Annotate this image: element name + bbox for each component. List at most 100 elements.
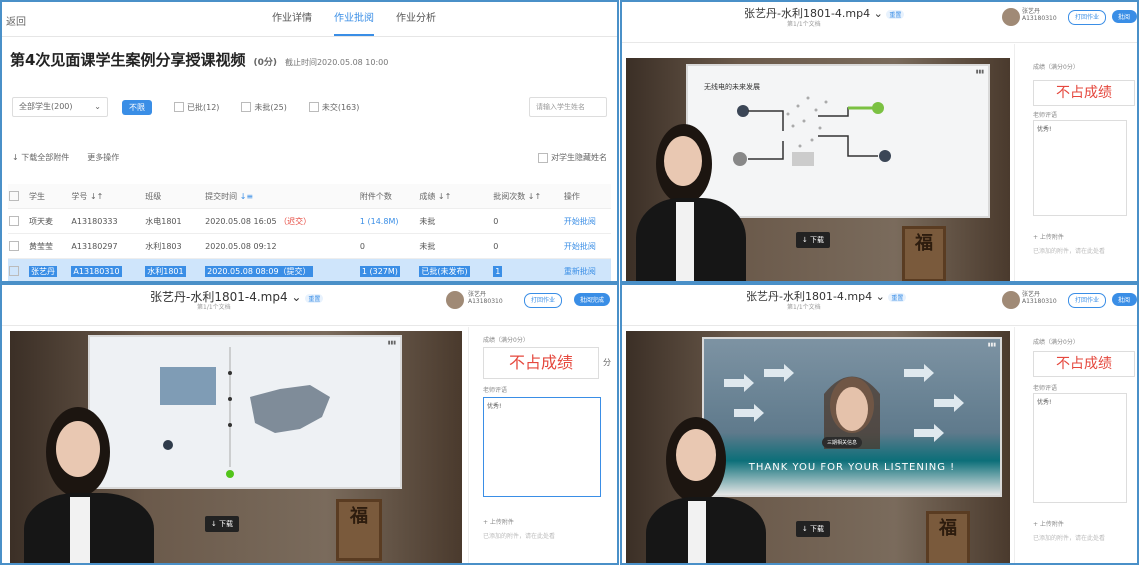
table-row-selected[interactable]: 张艺丹 A13180310 水利1801 2020.05.08 08:09（提交… (8, 258, 611, 281)
hide-names-label: 对学生隐藏姓名 (551, 153, 607, 162)
back-link[interactable]: 返回 (6, 13, 26, 28)
more-actions-dropdown[interactable]: 更多操作 (87, 152, 119, 163)
cell-submit-time: 2020.05.08 09:12 (204, 233, 359, 259)
student-search-input[interactable]: 请输入学生姓名 (529, 97, 607, 117)
video-title[interactable]: 张艺丹-水利1801-4.mp4 ⌄ 重置 (746, 288, 907, 304)
presenter-face (664, 136, 702, 186)
calligraphy-plaque: 福 (336, 499, 382, 561)
student-id: A13180310 (71, 265, 122, 277)
tab-homework-detail[interactable]: 作业详情 (272, 2, 312, 36)
col-review-count[interactable]: 批阅次数 ↓↑ (492, 184, 563, 209)
user-name: 张艺丹 (468, 291, 487, 298)
student-filter-select[interactable]: 全部学生(200) ⌄ (12, 97, 108, 117)
upload-hint: 已添加的附件，请在此处看 (483, 533, 556, 540)
return-homework-button[interactable]: 打回作业 (524, 293, 563, 308)
checkbox-icon (9, 266, 19, 276)
row-checkbox[interactable] (8, 233, 28, 259)
checkbox-icon (241, 102, 252, 112)
upload-attachment-link[interactable]: + 上传附件 (1033, 232, 1064, 241)
cell-score: 未批 (418, 233, 493, 259)
row-checkbox[interactable] (8, 208, 28, 234)
finish-grading-button[interactable]: 批阅完成 (574, 293, 611, 306)
upload-attachment-link[interactable]: + 上传附件 (483, 517, 514, 526)
cell-review-count: 1 (492, 258, 563, 281)
video-doc-index: 第1/1个文档 (197, 304, 231, 311)
video-doc-index: 第1/1个文档 (787, 21, 821, 28)
regrade-link[interactable]: 重新批阅 (562, 258, 611, 281)
grading-side-panel: 成绩（满分0分） 不占成绩 老师评语 优秀! + 上传附件 已添加的附件，请在此… (1014, 44, 1137, 281)
score-label: 成绩（满分0分） (483, 337, 529, 344)
cell-student-id: A13180297 (70, 233, 145, 259)
review-count: 1 (493, 265, 503, 277)
finish-grading-button[interactable]: 批阅完成 (1112, 293, 1137, 319)
video-title[interactable]: 张艺丹-水利1801-4.mp4 ⌄ 重置 (150, 288, 324, 305)
cell-score: 已批(未发布) (418, 258, 493, 281)
comment-textarea[interactable]: 优秀! (1033, 393, 1127, 503)
start-grading-link[interactable]: 开始批阅 (562, 233, 611, 259)
checkbox-icon (538, 152, 548, 163)
sort-icon: ↓↑ (527, 191, 542, 201)
student-name: 张艺丹 (29, 265, 57, 277)
video-player[interactable]: ▮▮▮ 福 ↓ 下载 (10, 331, 462, 563)
start-grading-link[interactable]: 开始批阅 (562, 208, 611, 234)
calligraphy-plaque: 福 (926, 511, 970, 563)
comment-label: 老师评语 (1033, 112, 1058, 119)
submit-time-value: 2020.05.08 16:05 (205, 216, 277, 226)
cell-submit-time: 2020.05.08 16:05 （迟交） (204, 208, 359, 234)
score-input[interactable]: 不占成绩 (1033, 80, 1135, 106)
cell-attachments[interactable]: 1 (14.8M) (358, 208, 419, 234)
filter-ungraded[interactable]: 未批(25) (241, 102, 287, 113)
video-badge[interactable]: 重置 (886, 10, 905, 19)
tab-bar: 作业详情 作业批阅 作业分析 (272, 2, 436, 36)
user-id: A13180310 (1022, 15, 1057, 22)
col-attachments: 附件个数 (358, 184, 419, 209)
col-operation: 操作 (562, 184, 611, 209)
col-class: 班级 (144, 184, 205, 209)
filter-unsubmitted[interactable]: 未交(163) (308, 102, 359, 113)
download-all-link[interactable]: ↓ 下载全部附件 (12, 152, 69, 163)
finish-grading-button[interactable]: 批阅完成 (1112, 10, 1137, 36)
video-header: 张艺丹-水利1801-4.mp4 ⌄ 重置 第1/1个文档 张艺丹 A131803… (622, 285, 1137, 326)
col-score[interactable]: 成绩 ↓↑ (418, 184, 493, 209)
tab-homework-analysis[interactable]: 作业分析 (396, 2, 436, 36)
upload-hint: 已添加的附件，请在此处看 (1033, 535, 1106, 542)
score-label: 成绩（满分0分） (1033, 64, 1079, 71)
late-badge: （迟交） (279, 216, 312, 226)
row-checkbox[interactable] (8, 258, 28, 281)
table-row[interactable]: 项天麦 A13180333 水电1801 2020.05.08 16:05 （迟… (8, 208, 611, 234)
video-player[interactable]: ▮▮▮ 三期相关信息 THANK YOU FOR YOUR LISTENING … (626, 331, 1010, 563)
comment-textarea[interactable]: 优秀! (483, 397, 601, 497)
cell-attachments[interactable]: 1 (327M) (358, 258, 419, 281)
download-button[interactable]: ↓ 下载 (796, 521, 830, 537)
checkbox-icon (9, 216, 19, 226)
score-input[interactable]: 不占成绩 (1033, 351, 1135, 377)
hide-names-toggle[interactable]: 对学生隐藏姓名 (538, 152, 607, 163)
comment-textarea[interactable]: 优秀! (1033, 120, 1127, 216)
tab-homework-grading[interactable]: 作业批阅 (334, 2, 374, 36)
select-all-checkbox[interactable] (8, 184, 28, 209)
video-title[interactable]: 张艺丹-水利1801-4.mp4 ⌄ 重置 (744, 5, 905, 21)
download-button[interactable]: ↓ 下载 (796, 232, 830, 248)
video-badge[interactable]: 重置 (888, 293, 907, 302)
col-submit-time[interactable]: 提交时间 ↓≡ (204, 184, 359, 209)
return-homework-button[interactable]: 打回作业 (1068, 293, 1107, 308)
return-homework-button[interactable]: 打回作业 (1068, 10, 1107, 25)
presenter-figure (24, 401, 154, 563)
filter-all-button[interactable]: 不限 (122, 99, 152, 115)
filter-graded-label: 已批(12) (187, 102, 220, 112)
presenter-shirt (676, 202, 694, 281)
sort-icon: ↓↑ (437, 191, 452, 201)
cell-student: 张艺丹 (28, 258, 71, 281)
filter-graded[interactable]: 已批(12) (174, 102, 219, 113)
upload-attachment-link[interactable]: + 上传附件 (1033, 519, 1064, 528)
download-button[interactable]: ↓ 下载 (205, 516, 239, 532)
table-row[interactable]: 黄莹莹 A13180297 水利1803 2020.05.08 09:12 0 … (8, 233, 611, 259)
video-player[interactable]: 无线电的未来发展 ▮▮▮ 福 ↓ 下载 (626, 58, 1010, 281)
class-name: 水利1801 (145, 265, 186, 277)
video-badge[interactable]: 重置 (305, 294, 324, 303)
video-header: 张艺丹-水利1801-4.mp4 ⌄ 重置 第1/1个文档 张艺丹 A131803… (622, 2, 1137, 43)
score-input[interactable]: 不占成绩 (483, 347, 599, 379)
presenter-figure (646, 411, 766, 563)
col-student-id[interactable]: 学号 ↓↑ (70, 184, 145, 209)
student-filter-value: 全部学生(200) (19, 102, 73, 111)
